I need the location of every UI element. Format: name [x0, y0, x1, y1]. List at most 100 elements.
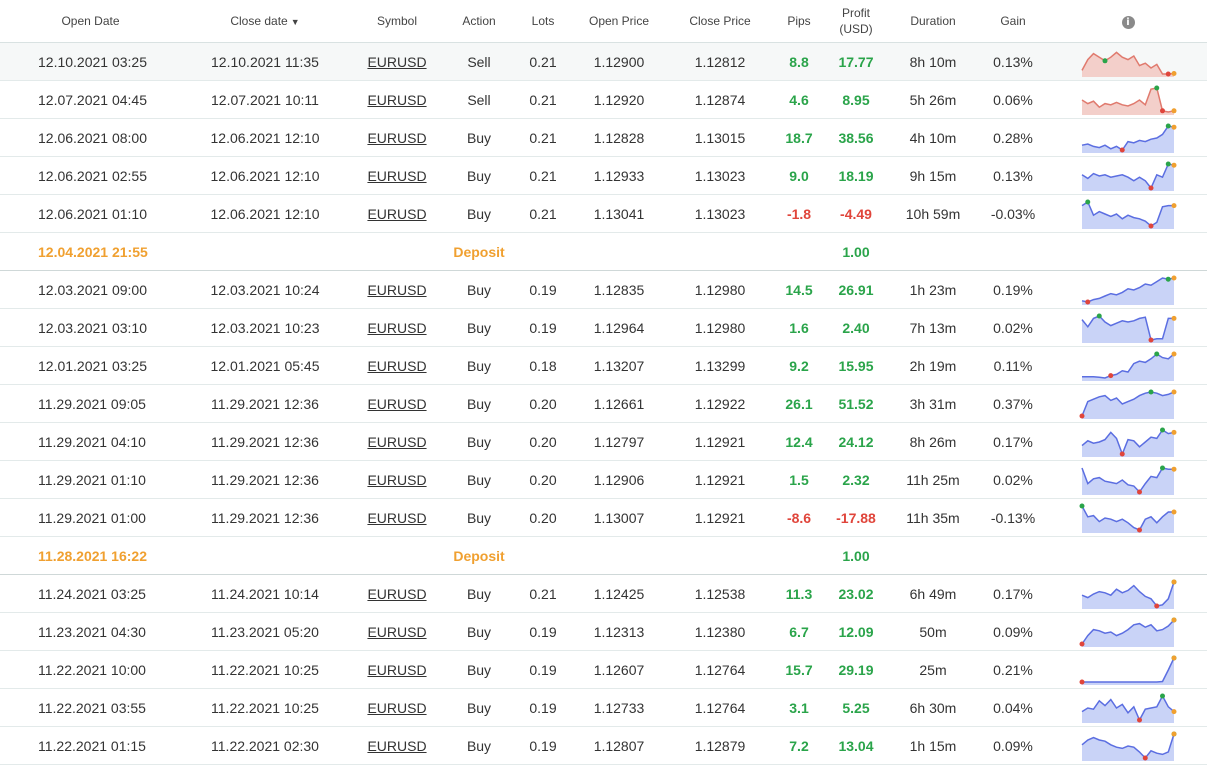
table-row[interactable]: 12.06.2021 08:00 12.06.2021 12:10 EURUSD Bu…: [0, 118, 1207, 157]
table-row[interactable]: 11.29.2021 04:10 11.29.2021 12:36 EURUSD Bu…: [0, 422, 1207, 461]
sparkline-cell: [1049, 156, 1207, 195]
close-date-cell: 12.01.2021 05:45: [181, 346, 349, 385]
table-row[interactable]: 12.03.2021 09:00 12.03.2021 10:24 EURUSD Bu…: [0, 270, 1207, 309]
symbol-link[interactable]: EURUSD: [367, 586, 426, 602]
lots-cell: 0.19: [513, 726, 573, 765]
symbol-link[interactable]: EURUSD: [367, 54, 426, 70]
symbol-link[interactable]: EURUSD: [367, 130, 426, 146]
table-row[interactable]: 11.29.2021 01:00 11.29.2021 12:36 EURUSD Bu…: [0, 498, 1207, 537]
open-date-cell: 11.29.2021 01:00: [0, 498, 181, 537]
close-price-cell: 1.12921: [665, 460, 775, 499]
action-cell: Buy: [445, 726, 513, 765]
open-date-cell: 12.06.2021 02:55: [0, 156, 181, 195]
header-symbol[interactable]: Symbol: [349, 0, 445, 43]
table-row[interactable]: 11.24.2021 03:25 11.24.2021 10:14 EURUSD Bu…: [0, 574, 1207, 613]
table-row[interactable]: 12.03.2021 03:10 12.03.2021 10:23 EURUSD Bu…: [0, 308, 1207, 347]
header-gain[interactable]: Gain: [977, 0, 1049, 43]
sparkline-min-dot: [1154, 603, 1160, 608]
table-row[interactable]: 12.06.2021 01:10 12.06.2021 12:10 EURUSD Bu…: [0, 194, 1207, 233]
close-date-cell: 11.29.2021 12:36: [181, 384, 349, 423]
table-row[interactable]: 11.22.2021 01:15 11.22.2021 02:30 EURUSD Bu…: [0, 726, 1207, 765]
gain-cell: 0.11%: [977, 346, 1049, 385]
table-row[interactable]: 11.22.2021 03:55 11.22.2021 10:25 EURUSD Bu…: [0, 688, 1207, 727]
header-info: i: [1049, 0, 1207, 43]
table-row[interactable]: 12.10.2021 03:25 12.10.2021 11:35 EURUSD Se…: [0, 42, 1207, 81]
symbol-link[interactable]: EURUSD: [367, 700, 426, 716]
symbol-link[interactable]: EURUSD: [367, 662, 426, 678]
open-date-cell: 11.22.2021 03:55: [0, 688, 181, 727]
sparkline-cell: [1049, 80, 1207, 119]
symbol-link[interactable]: EURUSD: [367, 282, 426, 298]
symbol-cell: EURUSD: [349, 650, 445, 689]
header-close-date[interactable]: Close date ▼: [181, 0, 349, 43]
sparkline-min-dot: [1137, 489, 1142, 494]
duration-cell: 4h 10m: [889, 118, 977, 157]
action-cell: Buy: [445, 460, 513, 499]
sparkline-max-dot: [1096, 313, 1102, 318]
header-action[interactable]: Action: [445, 0, 513, 43]
sparkline-max-dot: [1079, 503, 1085, 508]
symbol-cell: EURUSD: [349, 726, 445, 765]
symbol-link[interactable]: EURUSD: [367, 358, 426, 374]
symbol-cell: EURUSD: [349, 80, 445, 119]
symbol-link[interactable]: EURUSD: [367, 472, 426, 488]
close-price-cell: 1.12921: [665, 498, 775, 537]
symbol-link[interactable]: EURUSD: [367, 434, 426, 450]
table-row[interactable]: 11.29.2021 09:05 11.29.2021 12:36 EURUSD Bu…: [0, 384, 1207, 423]
symbol-link[interactable]: EURUSD: [367, 510, 426, 526]
pips-cell: 8.8: [775, 42, 823, 81]
symbol-link[interactable]: EURUSD: [367, 206, 426, 222]
table-row[interactable]: 11.22.2021 10:00 11.22.2021 10:25 EURUSD Bu…: [0, 650, 1207, 689]
sparkline-max-dot: [1085, 199, 1091, 204]
open-price-cell: 1.12900: [573, 42, 665, 81]
header-profit[interactable]: Profit (USD): [823, 0, 889, 43]
duration-cell: 9h 15m: [889, 156, 977, 195]
table-row[interactable]: 12.01.2021 03:25 12.01.2021 05:45 EURUSD Bu…: [0, 346, 1207, 385]
sparkline-cell: [1049, 42, 1207, 81]
sparkline-min-dot: [1165, 71, 1171, 76]
symbol-link[interactable]: EURUSD: [367, 396, 426, 412]
action-cell: Buy: [445, 156, 513, 195]
deposit-label: Deposit: [445, 232, 513, 271]
sparkline-cell: [1049, 612, 1207, 651]
profit-cell: 51.52: [823, 384, 889, 423]
sparkline-last-dot: [1171, 202, 1177, 208]
symbol-link[interactable]: EURUSD: [367, 168, 426, 184]
table-row[interactable]: 11.23.2021 04:30 11.23.2021 05:20 EURUSD Bu…: [0, 612, 1207, 651]
duration-cell: 11h 25m: [889, 460, 977, 499]
header-duration[interactable]: Duration: [889, 0, 977, 43]
symbol-link[interactable]: EURUSD: [367, 624, 426, 640]
table-row[interactable]: 11.29.2021 01:10 11.29.2021 12:36 EURUSD Bu…: [0, 460, 1207, 499]
symbol-link[interactable]: EURUSD: [367, 92, 426, 108]
gain-cell: 0.28%: [977, 118, 1049, 157]
duration-cell: 50m: [889, 612, 977, 651]
open-price-cell: 1.12425: [573, 574, 665, 613]
close-date-cell: 11.22.2021 10:25: [181, 650, 349, 689]
close-date-cell: 11.23.2021 05:20: [181, 612, 349, 651]
header-pips[interactable]: Pips: [775, 0, 823, 43]
sparkline-cell: [1049, 118, 1207, 157]
sparkline-line: [1082, 657, 1175, 683]
header-open-price[interactable]: Open Price: [573, 0, 665, 43]
table-row[interactable]: 12.06.2021 02:55 12.06.2021 12:10 EURUSD Bu…: [0, 156, 1207, 195]
table-row[interactable]: 12.07.2021 04:45 12.07.2021 10:11 EURUSD Se…: [0, 80, 1207, 119]
info-icon[interactable]: i: [1121, 16, 1135, 29]
gain-cell: 0.19%: [977, 270, 1049, 309]
header-profit-line1: Profit: [841, 6, 870, 20]
symbol-link[interactable]: EURUSD: [367, 738, 426, 754]
header-close-date-label: Close date: [230, 13, 288, 28]
symbol-link[interactable]: EURUSD: [367, 320, 426, 336]
pips-cell: 3.1: [775, 688, 823, 727]
gain-cell: -0.13%: [977, 498, 1049, 537]
header-open-date[interactable]: Open Date: [0, 0, 181, 43]
action-cell: Buy: [445, 308, 513, 347]
header-close-price[interactable]: Close Price: [665, 0, 775, 43]
sparkline-cell: [1049, 460, 1207, 499]
sparkline-last-dot: [1171, 466, 1177, 472]
sparkline-last-dot: [1171, 389, 1177, 394]
sparkline-chart: [1081, 465, 1177, 495]
sparkline-chart: [1081, 199, 1177, 229]
symbol-cell: EURUSD: [349, 42, 445, 81]
header-lots[interactable]: Lots: [513, 0, 573, 43]
close-date-cell: 12.07.2021 10:11: [181, 80, 349, 119]
